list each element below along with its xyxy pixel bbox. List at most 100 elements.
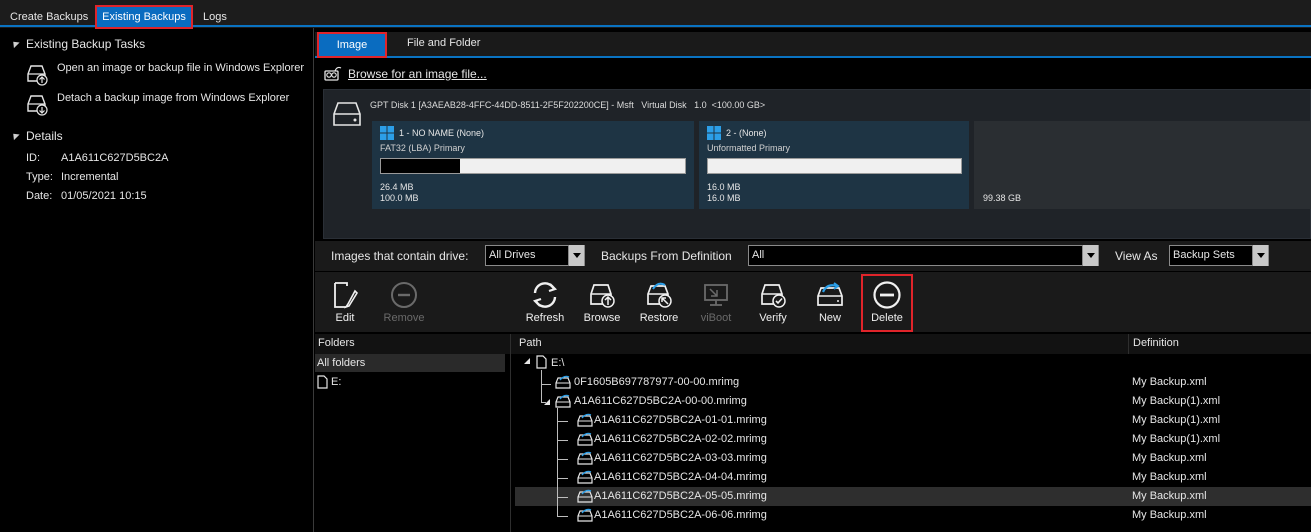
column-separator[interactable]: [1128, 334, 1129, 354]
tree-line: [557, 516, 568, 517]
new-button[interactable]: New: [802, 276, 858, 330]
chevron-down-icon[interactable]: [568, 245, 584, 266]
chevron-down-icon[interactable]: [1252, 245, 1268, 266]
tree-line: [557, 459, 568, 460]
tree-row-filename[interactable]: A1A611C627D5BC2A-06-06.mrimg: [594, 509, 767, 528]
viboot-icon: [704, 284, 728, 306]
detail-id-label: ID:: [26, 152, 41, 164]
expand-arrow-icon[interactable]: [523, 357, 531, 365]
viboot-button[interactable]: viBoot: [688, 276, 744, 330]
definition-column-header[interactable]: Definition: [1133, 337, 1179, 349]
detail-id-value: A1A611C627D5BC2A: [61, 152, 169, 164]
tree-row-definition: My Backup.xml: [1132, 376, 1207, 388]
view-as-label: View As: [1115, 249, 1158, 263]
tree-row-filename[interactable]: A1A611C627D5BC2A-01-01.mrimg: [594, 414, 767, 433]
verify-label: Verify: [759, 312, 787, 324]
tree-row-filename[interactable]: A1A611C627D5BC2A-00-00.mrimg: [574, 395, 747, 414]
partition-2-type: Unformatted Primary: [707, 143, 791, 153]
open-image-icon[interactable]: [25, 62, 49, 86]
tree-line: [557, 478, 568, 479]
folder-all[interactable]: All folders: [315, 354, 505, 372]
top-tab-underline: [0, 25, 1311, 27]
tree-line: [541, 370, 542, 402]
tree-row-definition: My Backup.xml: [1132, 490, 1207, 502]
partition-2-title: 2 - (None): [726, 128, 767, 138]
delete-label: Delete: [871, 312, 903, 324]
windows-logo-icon: [380, 126, 394, 140]
hard-disk-icon: [330, 100, 364, 128]
tree-row-filename[interactable]: A1A611C627D5BC2A-03-03.mrimg: [594, 452, 767, 471]
restore-button[interactable]: Restore: [631, 276, 687, 330]
images-drive-label: Images that contain drive:: [331, 249, 469, 263]
tree-row-filename[interactable]: A1A611C627D5BC2A-04-04.mrimg: [594, 471, 767, 490]
definition-filter-label: Backups From Definition: [601, 249, 732, 263]
remove-button[interactable]: Remove: [376, 276, 432, 330]
task-open-image[interactable]: Open an image or backup file in Windows …: [57, 62, 304, 74]
path-column-header[interactable]: Path: [519, 337, 542, 349]
windows-logo-icon: [707, 126, 721, 140]
browse-icon: [590, 284, 615, 308]
partition-1-type: FAT32 (LBA) Primary: [380, 143, 465, 153]
unallocated-size: 99.38 GB: [983, 193, 1022, 203]
disk-header: GPT Disk 1 [A3AEAB28-4FFC-44DD-8511-2F5F…: [370, 100, 766, 110]
folder-item-e[interactable]: E:: [331, 376, 341, 388]
refresh-label: Refresh: [525, 312, 565, 324]
browse-button[interactable]: Browse: [574, 276, 630, 330]
detach-image-icon[interactable]: [25, 92, 49, 116]
detail-date-label: Date:: [26, 190, 53, 202]
tree-root-e[interactable]: E:\: [551, 357, 564, 376]
task-detach-image[interactable]: Detach a backup image from Windows Explo…: [57, 92, 289, 104]
partition-1-total: 100.0 MB: [380, 193, 419, 203]
edit-icon: [334, 282, 359, 309]
detail-date-value: 01/05/2021 10:15: [61, 190, 147, 202]
tree-line: [541, 384, 551, 385]
restore-label: Restore: [639, 312, 679, 324]
details-heading: Details: [26, 129, 63, 143]
definition-filter-select[interactable]: All: [748, 245, 1099, 266]
tab-create-backups[interactable]: Create Backups: [10, 7, 88, 27]
restore-icon: [647, 282, 672, 308]
image-file-icon: [577, 451, 595, 465]
detail-type-value: Incremental: [61, 171, 119, 183]
image-file-icon: [577, 432, 595, 446]
browse-image-link[interactable]: Browse for an image file...: [348, 67, 487, 81]
partition-2-used: 16.0 MB: [707, 182, 741, 192]
new-backup-icon: [817, 282, 843, 306]
chevron-down-icon[interactable]: [1082, 245, 1098, 266]
tree-row-filename[interactable]: A1A611C627D5BC2A-05-05.mrimg: [594, 490, 767, 509]
edit-label: Edit: [335, 312, 355, 324]
tab-image[interactable]: Image: [317, 32, 387, 58]
edit-button[interactable]: Edit: [317, 276, 373, 330]
delete-button[interactable]: Delete: [861, 274, 913, 332]
tree-row-definition: My Backup(1).xml: [1132, 433, 1221, 445]
folders-column-header[interactable]: Folders: [318, 337, 355, 349]
tab-file-and-folder[interactable]: File and Folder: [407, 37, 480, 49]
tree-row-definition: My Backup(1).xml: [1132, 395, 1221, 407]
refresh-button[interactable]: Refresh: [517, 276, 573, 330]
column-separator[interactable]: [510, 334, 511, 532]
refresh-icon: [532, 282, 558, 308]
unallocated-space[interactable]: [974, 121, 1311, 209]
verify-button[interactable]: Verify: [745, 276, 801, 330]
drive-icon: [317, 375, 328, 389]
tab-logs[interactable]: Logs: [203, 7, 227, 27]
verify-icon: [761, 284, 786, 308]
tab-existing-backups[interactable]: Existing Backups: [95, 5, 193, 29]
tree-row-definition: My Backup.xml: [1132, 471, 1207, 483]
tree-line: [557, 408, 558, 517]
tasks-heading: Existing Backup Tasks: [26, 37, 146, 51]
tree-row-definition: My Backup.xml: [1132, 509, 1207, 521]
tree-line: [557, 421, 568, 422]
image-file-icon: [577, 489, 595, 503]
browse-label: Browse: [583, 312, 621, 324]
expand-arrow-icon[interactable]: [543, 398, 551, 406]
delete-icon: [873, 281, 901, 309]
browse-image-icon[interactable]: [323, 65, 343, 83]
partition-1-used: 26.4 MB: [380, 182, 414, 192]
partition-1-usage-bar: [380, 158, 686, 174]
tree-row-filename[interactable]: 0F1605B697787977-00-00.mrimg: [574, 376, 739, 395]
tree-row-filename[interactable]: A1A611C627D5BC2A-02-02.mrimg: [594, 433, 767, 452]
image-file-icon: [577, 470, 595, 484]
partition-2-usage-bar: [707, 158, 962, 174]
tree-line: [557, 497, 568, 498]
